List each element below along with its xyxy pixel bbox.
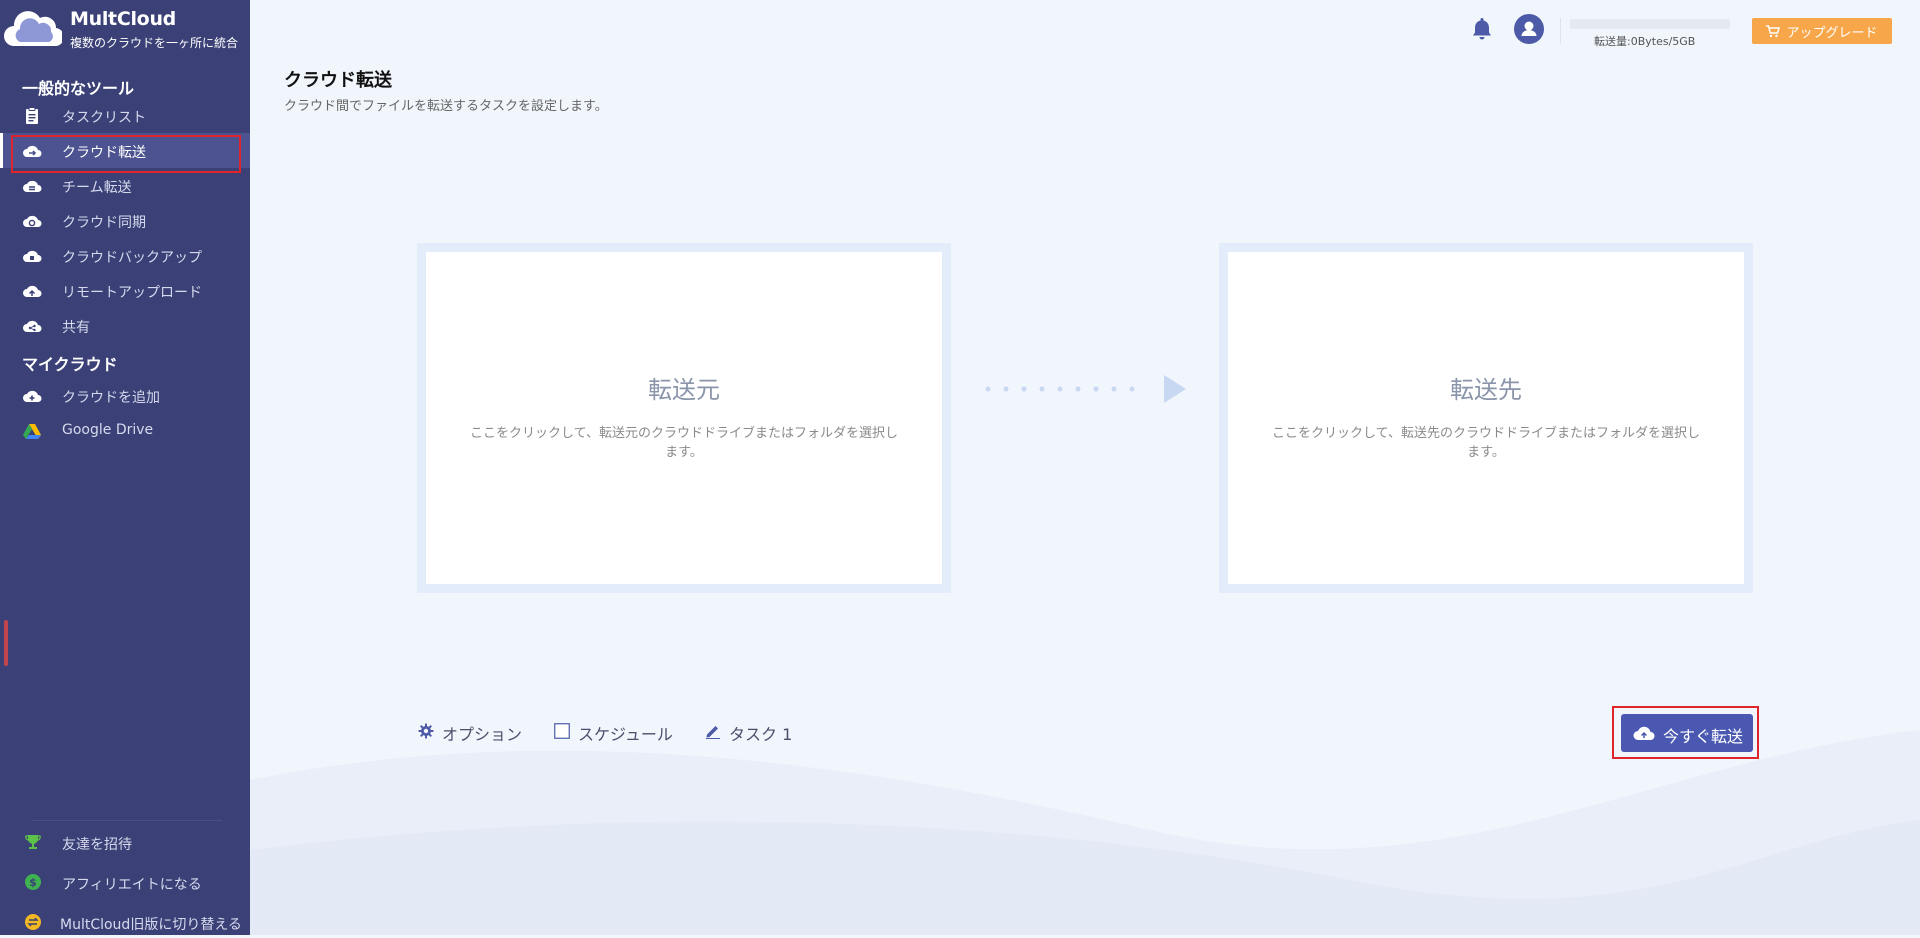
source-box[interactable]: 転送元 ここをクリックして、転送元のクラウドドライブまたはフォルダを選択します。: [417, 243, 951, 593]
sidebar-item-cloud-sync[interactable]: クラウド同期: [0, 203, 250, 238]
app-name: MultCloud: [70, 8, 176, 30]
switch-icon: [25, 914, 41, 930]
transfer-direction-arrow-icon: [985, 375, 1186, 403]
cloud-upload-icon: [1633, 726, 1655, 740]
bell-icon[interactable]: [1470, 16, 1494, 42]
pencil-icon: [706, 726, 720, 739]
clipboard-icon: [26, 107, 38, 124]
switch-old-version-label: MultCloud旧版に切り替える: [60, 917, 242, 933]
sidebar-item-cloud-backup[interactable]: クラウドバックアップ: [0, 238, 250, 273]
task-name: タスク 1: [729, 725, 793, 744]
sidebar-item-label: チーム転送: [62, 180, 132, 196]
destination-box[interactable]: 転送先 ここをクリックして、転送先のクラウドドライブまたはフォルダを選択します。: [1219, 243, 1753, 593]
options-label: オプション: [442, 725, 523, 744]
invite-friends-label: 友達を招待: [62, 837, 132, 853]
sidebar-scrollbar[interactable]: [4, 620, 8, 666]
svg-text:$: $: [29, 876, 37, 889]
multcloud-logo-icon: [4, 11, 62, 47]
sidebar-item-share[interactable]: 共有: [0, 308, 250, 343]
switch-old-version-link[interactable]: MultCloud旧版に切り替える: [0, 908, 250, 938]
cloud-backup-icon: [23, 250, 42, 262]
share-icon: [23, 320, 42, 332]
general-tools-title: 一般的なツール: [22, 79, 135, 98]
source-box-inner: 転送元 ここをクリックして、転送元のクラウドドライブまたはフォルダを選択します。: [426, 252, 942, 584]
sidebar-item-add-cloud[interactable]: クラウドを追加: [0, 378, 250, 413]
sidebar-item-team-transfer[interactable]: チーム転送: [0, 168, 250, 203]
destination-box-inner: 転送先 ここをクリックして、転送先のクラウドドライブまたはフォルダを選択します。: [1228, 252, 1744, 584]
affiliate-label: アフィリエイトになる: [62, 877, 202, 893]
task-name-edit[interactable]: タスク 1: [705, 721, 815, 744]
destination-description: ここをクリックして、転送先のクラウドドライブまたはフォルダを選択します。: [1272, 426, 1700, 460]
app-tagline: 複数のクラウドを一ヶ所に統合: [70, 36, 239, 50]
sidebar-item-task-list[interactable]: タスクリスト: [0, 98, 250, 133]
header-separator: [1560, 18, 1561, 44]
cloud-sync-icon: [23, 215, 42, 227]
options-button[interactable]: オプション: [418, 721, 528, 744]
user-icon: [1521, 21, 1537, 36]
sidebar-divider: [32, 820, 222, 821]
remote-upload-icon: [23, 285, 42, 297]
dollar-icon: $: [25, 874, 41, 890]
add-cloud-icon: [23, 390, 42, 402]
source-description: ここをクリックして、転送元のクラウドドライブまたはフォルダを選択します。: [470, 426, 898, 460]
logo[interactable]: MultCloud 複数のクラウドを一ヶ所に統合: [0, 0, 250, 60]
upgrade-label: アップグレード: [1786, 25, 1878, 41]
upgrade-button[interactable]: アップグレード: [1752, 18, 1892, 44]
sidebar-item-label: クラウド同期: [62, 215, 146, 231]
sidebar-item-label: 共有: [62, 320, 90, 336]
page-subtitle: クラウド間でファイルを転送するタスクを設定します。: [284, 99, 608, 114]
sidebar-item-label: クラウドバックアップ: [62, 250, 202, 266]
sidebar-item-label: タスクリスト: [62, 110, 146, 126]
sidebar-item-remote-upload[interactable]: リモートアップロード: [0, 273, 250, 308]
transfer-now-label: 今すぐ転送: [1663, 727, 1744, 746]
sidebar-item-google-drive[interactable]: Google Drive: [0, 413, 250, 448]
source-title: 転送元: [648, 376, 720, 404]
active-item-highlight: [11, 135, 241, 173]
avatar[interactable]: [1514, 14, 1544, 44]
quota-text: 転送量:0Bytes/5GB: [1594, 35, 1696, 48]
my-clouds-title: マイクラウド: [22, 355, 118, 374]
transfer-now-button[interactable]: 今すぐ転送: [1621, 714, 1753, 752]
google-drive-icon: [23, 424, 41, 439]
team-transfer-icon: [23, 180, 42, 192]
trophy-icon: [25, 835, 41, 849]
cart-icon: [1766, 24, 1781, 37]
sidebar-item-label: Google Drive: [62, 422, 154, 438]
sidebar-item-label: クラウドを追加: [62, 390, 160, 406]
page-title: クラウド転送: [284, 70, 392, 91]
affiliate-link[interactable]: $ アフィリエイトになる: [0, 868, 250, 898]
destination-title: 転送先: [1450, 376, 1522, 404]
schedule-label: スケジュール: [578, 725, 673, 744]
checkbox-icon: [554, 723, 570, 739]
invite-friends-link[interactable]: 友達を招待: [0, 828, 250, 858]
quota-progress-bar: [1570, 19, 1730, 29]
schedule-checkbox[interactable]: スケジュール: [554, 721, 674, 744]
gear-icon: [418, 723, 434, 739]
sidebar-item-label: リモートアップロード: [62, 285, 202, 301]
